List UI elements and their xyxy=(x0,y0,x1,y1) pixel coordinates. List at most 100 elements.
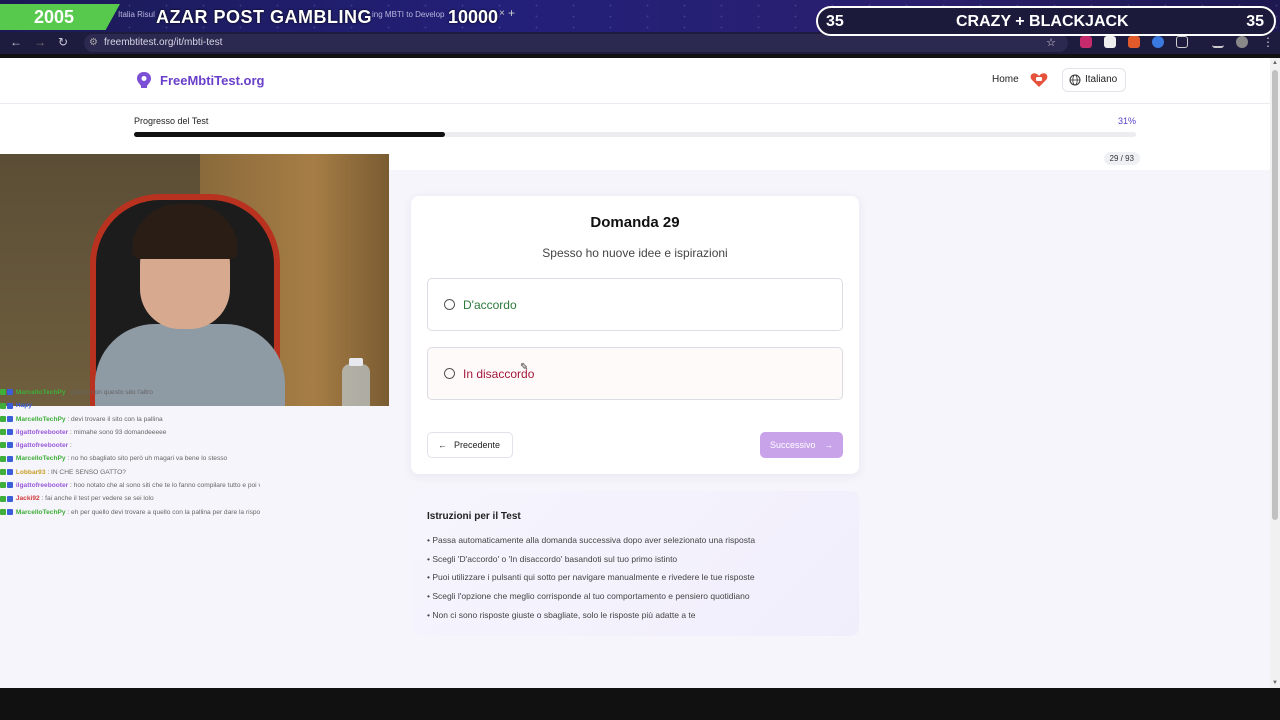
site-info-icon[interactable]: ⚙ xyxy=(89,34,98,52)
agree-radio[interactable] xyxy=(444,299,455,310)
mouse-cursor-icon: ✎ xyxy=(520,362,529,373)
instruction-item: • Non ci sono risposte giuste o sbagliat… xyxy=(427,609,696,620)
previous-button[interactable]: ← Precedente xyxy=(427,432,513,458)
option-disagree[interactable]: In disaccordo xyxy=(427,347,843,400)
instruction-item: • Scegli l'opzione che meglio corrispond… xyxy=(427,591,750,602)
chat-text: : ghens non questo sito l'altro xyxy=(65,389,153,396)
webcam-bottle-cap xyxy=(349,358,363,366)
chat-username[interactable]: Jacki92 xyxy=(14,495,40,502)
chat-message: Hapy xyxy=(0,399,260,412)
question-card: Domanda 29 Spesso ho nuove idee e ispira… xyxy=(411,196,859,474)
chat-message: ilgattofreebooter : mimahe sono 93 doman… xyxy=(0,426,260,439)
logo-icon xyxy=(137,72,151,88)
scrollbar-thumb[interactable] xyxy=(1272,70,1278,520)
chat-message: ilgattofreebooter : hoo notato che al so… xyxy=(0,479,260,492)
site-logo[interactable]: FreeMbtiTest.org xyxy=(160,73,265,88)
language-label: Italiano xyxy=(1085,74,1118,85)
extension-icon-3[interactable] xyxy=(1128,36,1140,48)
chat-badge-icon xyxy=(7,469,13,476)
chat-message: MarcelloTechPy : devi trovare il sito co… xyxy=(0,413,260,426)
chat-text: : hoo notato che al sono siti che te lo … xyxy=(70,482,260,490)
overlay-year-badge: 2005 xyxy=(0,4,120,30)
webcam-overlay xyxy=(0,154,389,406)
browser-tab-1[interactable]: Italia Risul xyxy=(118,10,155,19)
question-counter: 29 / 93 xyxy=(1103,152,1140,165)
arrow-right-icon: → xyxy=(824,440,833,450)
chat-text: : mimahe sono 93 domandeeeee xyxy=(68,428,167,436)
chat-badge-icon xyxy=(0,495,6,502)
chat-badge-icon xyxy=(7,429,13,436)
chat-badge-icon xyxy=(7,508,13,515)
chat-username[interactable]: MarcelloTechPy xyxy=(14,416,66,423)
extension-icon-1[interactable] xyxy=(1080,36,1092,48)
chat-username[interactable]: ilgattofreebooter xyxy=(14,482,68,489)
profile-avatar-icon[interactable] xyxy=(1236,36,1248,48)
browser-menu-icon[interactable]: ⋮ xyxy=(1262,35,1274,49)
chat-badge-icon xyxy=(7,415,13,422)
chat-badge-icon xyxy=(7,495,13,502)
extensions-puzzle-icon[interactable] xyxy=(1176,36,1188,48)
chat-message: Lobbar93 : IN CHE SENSO GATTO? xyxy=(0,466,260,479)
chat-username[interactable]: MarcelloTechPy xyxy=(14,455,66,462)
chat-badge-icon xyxy=(0,402,6,409)
chat-badge-icon xyxy=(0,469,6,476)
extension-icon-4[interactable] xyxy=(1152,36,1164,48)
option-agree-label: D'accordo xyxy=(463,298,517,312)
webcam-water-bottle xyxy=(342,364,370,406)
scroll-down-icon[interactable]: ▼ xyxy=(1272,680,1278,686)
forward-arrow-icon[interactable]: → xyxy=(34,35,46,49)
nav-home-link[interactable]: Home xyxy=(992,74,1019,85)
progress-label: Progresso del Test xyxy=(134,116,209,126)
instruction-item: • Scegli 'D'accordo' o 'In disaccordo' b… xyxy=(427,553,678,564)
disagree-radio[interactable] xyxy=(444,368,455,379)
chat-text: : no ho sbagliato sito però uh magari va… xyxy=(65,455,228,463)
site-header: FreeMbtiTest.org Home Italiano xyxy=(0,58,1270,104)
previous-button-label: Precedente xyxy=(454,440,501,450)
instruction-item: • Puoi utilizzare i pulsanti qui sotto p… xyxy=(427,572,755,583)
browser-tab-2[interactable]: ing MBTI to Develop xyxy=(372,10,444,19)
chat-text: : eh per quello devi trovare a quello co… xyxy=(67,508,260,516)
progress-percent: 31% xyxy=(1117,116,1136,126)
question-title: Domanda 29 xyxy=(590,214,680,231)
chat-text: : devi trovare il sito con la pallina xyxy=(65,415,163,423)
arrow-left-icon: ← xyxy=(438,440,447,450)
language-selector[interactable]: Italiano xyxy=(1062,68,1126,92)
instructions-list: • Passa automaticamente alla domanda suc… xyxy=(427,531,755,624)
extension-icon-2[interactable] xyxy=(1104,36,1116,48)
chat-badge-icon xyxy=(0,429,6,436)
instruction-item: • Passa automaticamente alla domanda suc… xyxy=(427,535,756,545)
chat-username[interactable]: Hapy xyxy=(14,402,32,409)
stream-chat: MarcelloTechPy : ghens non questo sito l… xyxy=(0,386,260,576)
chat-badge-icon xyxy=(0,442,6,449)
chat-text: : fai anche il test per vedere se sei lo… xyxy=(39,495,154,503)
chat-username[interactable]: MarcelloTechPy xyxy=(14,389,66,396)
scroll-up-icon[interactable]: ▲ xyxy=(1272,60,1278,66)
chat-badge-icon xyxy=(0,415,6,422)
screen-bottom-bar xyxy=(0,688,1280,720)
chat-username[interactable]: ilgattofreebooter xyxy=(14,429,68,436)
reload-icon[interactable]: ↻ xyxy=(58,35,68,49)
next-button[interactable]: Successivo → xyxy=(760,432,843,458)
chat-message: MarcelloTechPy : eh per quello devi trov… xyxy=(0,506,260,519)
chat-message: ilgattofreebooter : xyxy=(0,439,260,452)
progress-bar xyxy=(134,132,1136,137)
overlay-right-right-number: 35 xyxy=(1246,13,1264,30)
chat-username[interactable]: Lobbar93 xyxy=(14,469,46,476)
back-arrow-icon[interactable]: ← xyxy=(10,35,22,49)
chat-message: Jacki92 : fai anche il test per vedere s… xyxy=(0,492,260,505)
chat-username[interactable]: MarcelloTechPy xyxy=(14,509,66,516)
chat-badge-icon xyxy=(0,482,6,489)
chat-badge-icon xyxy=(7,389,13,396)
bookmark-star-icon[interactable]: ☆ xyxy=(1046,34,1056,52)
reading-list-icon[interactable] xyxy=(1212,36,1224,48)
option-agree[interactable]: D'accordo xyxy=(427,278,843,331)
tab-close-icon[interactable]: × xyxy=(499,8,505,19)
chat-username[interactable]: ilgattofreebooter xyxy=(14,442,68,449)
new-tab-icon[interactable]: + xyxy=(508,6,515,20)
overlay-right-title: CRAZY + BLACKJACK xyxy=(956,13,1129,30)
address-bar[interactable]: ⚙ freembtitest.org/it/mbti-test ☆ xyxy=(84,34,1068,52)
page-scrollbar[interactable]: ▲ ▼ xyxy=(1270,58,1280,688)
heart-icon[interactable] xyxy=(1030,72,1048,88)
url-text: freembtitest.org/it/mbti-test xyxy=(104,37,223,48)
instructions-panel: Istruzioni per il Test • Passa automatic… xyxy=(411,491,859,636)
